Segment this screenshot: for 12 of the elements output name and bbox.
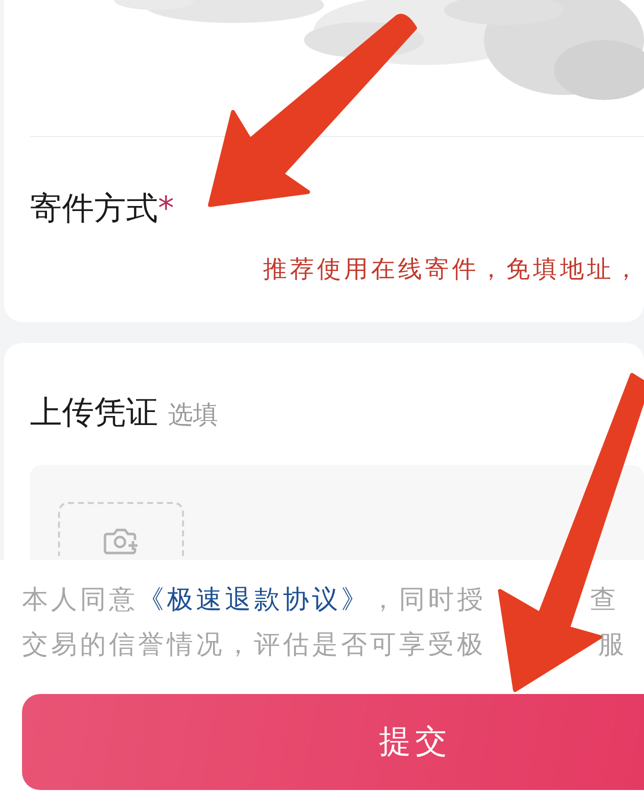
camera-icon [103, 526, 139, 556]
submit-button[interactable]: 提交 [22, 694, 644, 790]
agreement-text: 本人同意《极速退款协议》，同时授 交易的信誉情况，评估是否可享受极 [22, 584, 486, 662]
upload-tile[interactable] [58, 502, 184, 556]
section-title: 上传凭证 [30, 392, 158, 433]
agreement-text-fragment: 服 [598, 629, 624, 662]
agreement-text-fragment: 查 [590, 584, 616, 617]
agreement-link[interactable]: 《极速退款协议》 [138, 585, 370, 615]
hint-text: 推荐使用在线寄件，免填地址， [263, 254, 642, 285]
required-mark: * [158, 189, 174, 227]
optional-tag: 选填 [168, 398, 218, 431]
field-label: 寄件方式 [30, 188, 158, 229]
